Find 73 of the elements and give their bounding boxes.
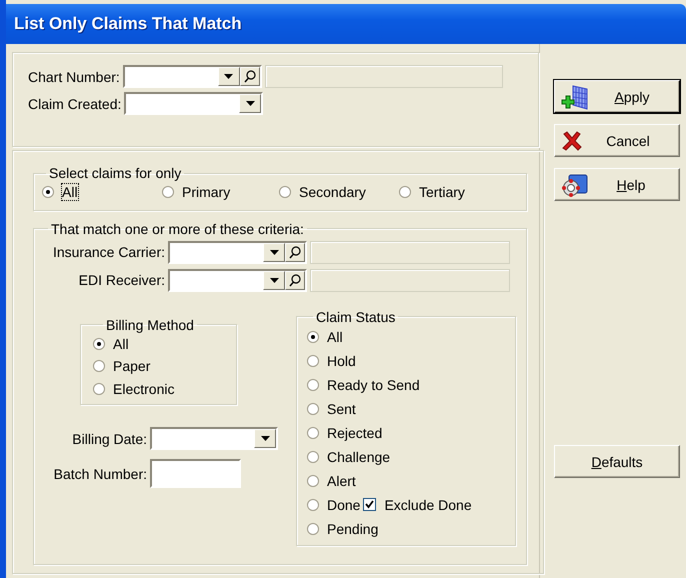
dialog-button[interactable]: Apply (554, 80, 680, 113)
search-icon (289, 274, 301, 286)
checkbox-option[interactable]: Exclude Done (363, 496, 472, 512)
combo-box[interactable] (122, 65, 262, 88)
radio-button[interactable] (307, 450, 319, 462)
close-icon (561, 130, 583, 152)
dropdown-button[interactable] (218, 67, 240, 86)
radio-button[interactable] (279, 186, 291, 198)
combo-box[interactable] (168, 240, 307, 264)
radio-button[interactable] (42, 186, 54, 198)
field-label: Claim Created: (28, 96, 122, 112)
group-label: Claim Status (315, 308, 396, 324)
combo-box[interactable] (150, 427, 278, 450)
dropdown-button[interactable] (263, 270, 285, 290)
radio-button[interactable] (307, 330, 319, 342)
radio-button[interactable] (307, 522, 319, 534)
radio-option[interactable]: Hold (307, 348, 356, 372)
radio-option[interactable]: All (93, 332, 236, 355)
radio-option[interactable]: Secondary (279, 181, 399, 204)
radio-button[interactable] (307, 378, 319, 390)
field-label: EDI Receiver: (78, 272, 165, 288)
radio-option[interactable]: Primary (162, 181, 279, 204)
dialog-button[interactable]: Defaults (554, 445, 680, 478)
dialog-button[interactable]: Cancel (554, 124, 680, 157)
input-field[interactable] (150, 459, 241, 488)
dialog-button[interactable]: Help (554, 168, 680, 201)
field-label: Billing Date: (71, 430, 147, 446)
radio-button[interactable] (162, 186, 174, 198)
group-label: Billing Method (105, 316, 195, 332)
radio-option[interactable]: Electronic (93, 378, 236, 400)
window-title: List Only Claims That Match (14, 14, 242, 34)
group-label: Select claims for only (48, 165, 182, 181)
radio-option[interactable]: Paper (93, 355, 236, 378)
group-label: That match one or more of these criteria: (50, 220, 305, 236)
radio-button[interactable] (93, 382, 105, 395)
lookup-button[interactable] (285, 242, 305, 262)
radio-option[interactable]: All (307, 324, 343, 348)
radio-button[interactable] (307, 474, 319, 486)
caret-icon (270, 250, 278, 254)
caret-icon (246, 101, 255, 106)
radio-option[interactable]: Done (307, 492, 360, 516)
lifebuoy-icon (561, 172, 589, 196)
caret-icon (260, 436, 270, 441)
radio-option[interactable]: Pending (307, 516, 378, 540)
dropdown-button[interactable] (239, 94, 262, 113)
dropdown-button[interactable] (254, 429, 276, 448)
combo-box[interactable] (124, 92, 264, 115)
radio-button[interactable] (307, 354, 319, 366)
lookup-button[interactable] (240, 67, 260, 86)
radio-button[interactable] (93, 338, 105, 350)
field-label: Chart Number: (28, 68, 120, 84)
search-icon (289, 246, 301, 258)
field-label: Insurance Carrier: (52, 244, 165, 260)
radio-button[interactable] (307, 402, 319, 414)
radio-option[interactable]: Sent (307, 396, 356, 420)
search-icon (244, 70, 256, 83)
radio-button[interactable] (399, 186, 411, 198)
radio-option[interactable]: Ready to Send (307, 372, 420, 396)
caret-icon (270, 278, 278, 282)
radio-option[interactable]: All (42, 181, 162, 204)
radio-button[interactable] (93, 360, 105, 372)
lookup-button[interactable] (285, 270, 305, 290)
combo-box[interactable] (168, 268, 307, 292)
radio-button[interactable] (307, 498, 319, 510)
checkbox[interactable] (363, 498, 376, 511)
radio-button[interactable] (307, 426, 319, 438)
radio-option[interactable]: Challenge (307, 444, 390, 468)
field-label: Batch Number: (52, 466, 147, 482)
dropdown-button[interactable] (263, 242, 285, 262)
radio-option[interactable]: Tertiary (399, 181, 526, 204)
radio-option[interactable]: Rejected (307, 420, 382, 444)
radio-option[interactable]: Alert (307, 468, 356, 492)
caret-icon (224, 74, 234, 79)
